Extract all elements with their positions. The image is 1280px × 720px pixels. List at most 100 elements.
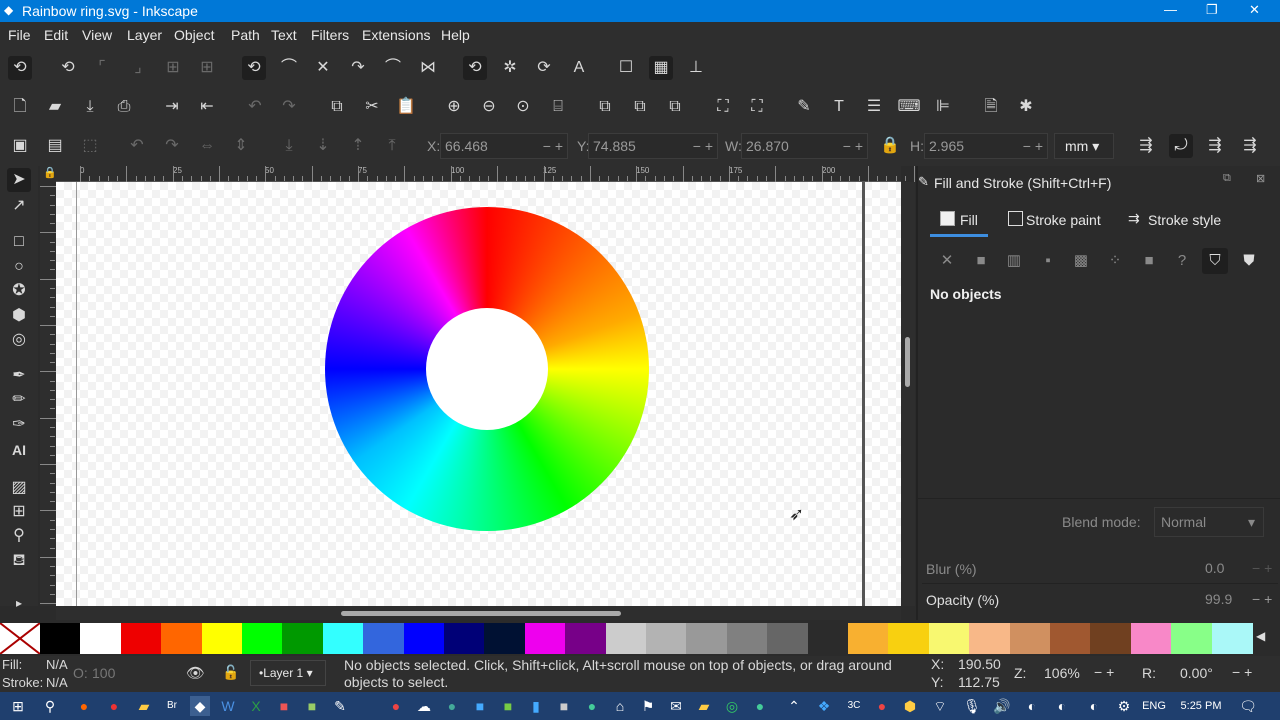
snap-midpoint-icon[interactable]: ⋈ <box>416 56 440 80</box>
tray-app-icon[interactable]: ◐ <box>1022 696 1042 716</box>
undo-icon[interactable]: ↶ <box>243 95 267 119</box>
snap-smooth-icon[interactable]: ⌒ <box>381 56 405 80</box>
app-icon[interactable]: ✎ <box>330 696 350 716</box>
h-input[interactable]: 2.965− + <box>924 133 1048 159</box>
word-icon[interactable]: W <box>218 696 238 716</box>
color-swatch[interactable] <box>1211 623 1253 654</box>
radial-gradient-icon[interactable]: ▪ <box>1035 248 1061 274</box>
app-icon[interactable]: ■ <box>554 696 574 716</box>
color-swatch[interactable] <box>1130 623 1172 654</box>
snap-page-border-icon[interactable]: ☐ <box>614 56 638 80</box>
snap-guide-icon[interactable]: ⊥ <box>684 56 708 80</box>
redo-icon[interactable]: ↷ <box>277 95 301 119</box>
no-paint-icon[interactable]: ✕ <box>934 248 960 274</box>
tray-app-icon[interactable]: ⬢ <box>900 696 920 716</box>
app-icon[interactable]: ▮ <box>526 696 546 716</box>
menu-path[interactable]: Path <box>231 27 260 43</box>
xml-editor-icon[interactable]: ⌨ <box>897 95 921 119</box>
rotation-stepper[interactable]: − + <box>1232 664 1252 680</box>
menu-view[interactable]: View <box>82 27 112 43</box>
scale-corners-icon[interactable]: ⤾ <box>1169 134 1193 158</box>
swatch-icon[interactable]: ■ <box>1136 248 1162 274</box>
ungroup-icon[interactable]: ⛶ <box>745 95 769 119</box>
app-icon[interactable]: ● <box>582 696 602 716</box>
blend-mode-select[interactable]: Normal ▾ <box>1154 507 1264 537</box>
snap-grid-icon[interactable]: ▦ <box>649 56 673 80</box>
tab-fill[interactable]: Fill <box>960 212 978 228</box>
snap-text-baseline-icon[interactable]: A <box>567 56 591 80</box>
open-icon[interactable]: ▰ <box>43 95 67 119</box>
app-icon[interactable]: ■ <box>470 696 490 716</box>
color-swatch[interactable] <box>201 623 243 654</box>
align-distribute-icon[interactable]: ⊫ <box>931 95 955 119</box>
menu-object[interactable]: Object <box>174 27 214 43</box>
app-icon[interactable]: Br <box>162 696 182 716</box>
app-icon[interactable]: ▰ <box>694 696 714 716</box>
snap-bbox-edge-icon[interactable]: ⌜ <box>90 56 114 80</box>
color-swatch[interactable] <box>767 623 809 654</box>
layer-lock-icon[interactable]: 🔓 <box>222 664 239 681</box>
color-swatch[interactable] <box>686 623 728 654</box>
microphone-icon[interactable]: 🎙 <box>962 696 982 716</box>
selector-tool-icon[interactable]: ➤ <box>7 168 31 192</box>
color-swatch[interactable] <box>969 623 1011 654</box>
mail-icon[interactable]: ✉ <box>666 696 686 716</box>
ellipse-tool-icon[interactable]: ○ <box>7 255 31 279</box>
layers-icon[interactable]: ☰ <box>862 95 886 119</box>
save-icon[interactable]: ⤓ <box>78 95 102 119</box>
app-icon[interactable]: ● <box>750 696 770 716</box>
import-icon[interactable]: ⇥ <box>160 95 184 119</box>
unit-select[interactable]: mm ▾ <box>1054 133 1114 159</box>
language-indicator[interactable]: ENG <box>1140 696 1168 716</box>
paint-bucket-tool-icon[interactable]: ⛾ <box>7 549 31 573</box>
rotate-cw-icon[interactable]: ↷ <box>160 134 184 158</box>
tray-app-icon[interactable]: ◐ <box>1052 696 1072 716</box>
blur-stepper[interactable]: − + <box>1252 560 1272 576</box>
app-icon[interactable]: ■ <box>274 696 294 716</box>
no-paint-swatch[interactable] <box>0 623 40 654</box>
menu-filters[interactable]: Filters <box>311 27 349 43</box>
color-swatch[interactable] <box>1171 623 1213 654</box>
tab-stroke-style[interactable]: Stroke style <box>1148 212 1221 228</box>
text-tool-icon[interactable]: AI <box>7 438 31 462</box>
linear-gradient-icon[interactable]: ▥ <box>1001 248 1027 274</box>
menu-extensions[interactable]: Extensions <box>362 27 430 43</box>
scale-stroke-icon[interactable]: ⇶ <box>1134 134 1158 158</box>
y-input[interactable]: 74.885− + <box>588 133 718 159</box>
app-icon[interactable]: ■ <box>498 696 518 716</box>
close-button[interactable]: ✕ <box>1249 2 1260 18</box>
color-swatch[interactable] <box>484 623 526 654</box>
tray-app-icon[interactable]: 3C <box>844 696 864 716</box>
snap-cusp-icon[interactable]: ↷ <box>346 56 370 80</box>
x-input[interactable]: 66.468− + <box>440 133 568 159</box>
paste-icon[interactable]: 📋 <box>394 95 418 119</box>
palette-menu-icon[interactable]: ◀ <box>1256 629 1265 643</box>
deselect-icon[interactable]: ⬚ <box>78 134 102 158</box>
raise-top-icon[interactable]: ⤒ <box>380 134 404 158</box>
raise-icon[interactable]: ⇡ <box>346 134 370 158</box>
color-swatch[interactable] <box>646 623 687 654</box>
more-tools-icon[interactable]: ▸ <box>7 591 31 615</box>
zoom-drawing-icon[interactable]: ⊖ <box>477 95 501 119</box>
calligraphy-tool-icon[interactable]: ✑ <box>7 413 31 437</box>
snap-others-icon[interactable]: ⟲ <box>463 56 487 80</box>
clone-icon[interactable]: ⧉ <box>628 95 652 119</box>
snap-bbox-midpoint-icon[interactable]: ⊞ <box>161 56 185 80</box>
horizontal-ruler[interactable]: 0 25 50 75 100 125 150 175 200 <box>56 166 916 182</box>
zoom-value[interactable]: 106% <box>1044 665 1080 681</box>
text-font-icon[interactable]: T <box>827 95 851 119</box>
vertical-ruler[interactable] <box>40 182 56 606</box>
duplicate-icon[interactable]: ⧉ <box>593 95 617 119</box>
vertical-scroll-thumb[interactable] <box>905 337 910 387</box>
app-icon[interactable]: ● <box>74 696 94 716</box>
color-swatch[interactable] <box>848 623 889 654</box>
folder-icon[interactable]: ▰ <box>134 696 154 716</box>
snap-paths-icon[interactable]: ⌒ <box>277 56 301 80</box>
preferences-icon[interactable]: ✱ <box>1014 95 1038 119</box>
color-swatch[interactable] <box>1090 623 1132 654</box>
color-swatch[interactable] <box>282 623 324 654</box>
canvas[interactable]: ➶ <box>56 182 901 606</box>
color-swatch[interactable] <box>888 623 930 654</box>
app-icon[interactable]: ● <box>442 696 462 716</box>
opacity-short-value[interactable]: 100 <box>92 665 115 681</box>
